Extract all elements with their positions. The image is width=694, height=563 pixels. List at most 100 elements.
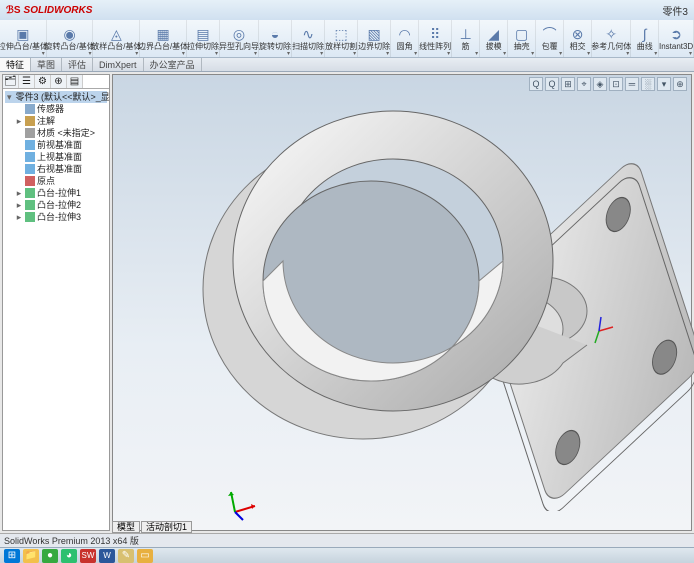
subtab-2[interactable]: 评估 <box>62 58 93 71</box>
ribbon-cut-sweep-button[interactable]: ∿扫描切除▾ <box>292 20 325 57</box>
taskbar-notes-icon[interactable]: ✎ <box>118 549 134 563</box>
ribbon-ref-geom-button[interactable]: ✧参考几何体▾ <box>592 20 631 57</box>
dropdown-arrow-icon: ▾ <box>215 50 218 57</box>
dropdown-arrow-icon: ▾ <box>42 50 45 57</box>
dropdown-arrow-icon: ▾ <box>353 50 356 57</box>
expand-icon[interactable]: ▸ <box>15 115 23 127</box>
ribbon-intersect-button[interactable]: ⊗相交▾ <box>564 20 592 57</box>
tree-item-feature-extrude[interactable]: ▸凸台-拉伸1 <box>5 187 107 199</box>
extrude-icon: ▣ <box>15 26 31 42</box>
ribbon-revolve-button[interactable]: ◉旋转凸台/基体▾ <box>47 20 94 57</box>
tree-item-feature-extrude[interactable]: ▸凸台-拉伸2 <box>5 199 107 211</box>
subtab-4[interactable]: 办公室产品 <box>144 58 202 71</box>
ribbon-label: 抽壳 <box>514 43 530 51</box>
taskbar-browser-icon[interactable]: ● <box>42 549 58 563</box>
dropdown-arrow-icon: ▾ <box>88 50 91 57</box>
main-area: 🗂 ☰ ⚙ ⊕ ▤ ▾零件3 (默认<<默认>_显示状态 传感器▸注解 材质 <… <box>0 72 694 533</box>
tree-item-origin[interactable]: 原点 <box>5 175 107 187</box>
collapse-icon[interactable]: ▾ <box>7 91 12 103</box>
ribbon-extrude-button[interactable]: ▣拉伸凸台/基体▾ <box>0 20 47 57</box>
tree-tab-property[interactable]: ☰ <box>19 75 35 88</box>
expand-icon[interactable]: ▸ <box>15 187 23 199</box>
dropdown-arrow-icon: ▾ <box>654 50 657 57</box>
intersect-icon: ⊗ <box>570 26 586 42</box>
document-title: 零件3 <box>662 3 688 18</box>
dropdown-arrow-icon: ▾ <box>386 50 389 57</box>
ribbon-curves-button[interactable]: ∫曲线▾ <box>631 20 659 57</box>
taskbar-start-icon[interactable]: ⊞ <box>4 549 20 563</box>
ribbon-boundary-button[interactable]: ▦边界凸台/基体▾ <box>140 20 187 57</box>
tree-item-material[interactable]: 材质 <未指定> <box>5 127 107 139</box>
tree-item-label: 前视基准面 <box>37 139 82 151</box>
tree-item-label: 材质 <未指定> <box>37 127 95 139</box>
expand-icon[interactable]: ▸ <box>15 211 23 223</box>
ribbon-cut-loft-button[interactable]: ⬚放样切割▾ <box>325 20 358 57</box>
ribbon-cut-extrude-button[interactable]: ▤拉伸切除▾ <box>187 20 220 57</box>
tree-root[interactable]: ▾零件3 (默认<<默认>_显示状态 <box>5 91 107 103</box>
ribbon-loft-button[interactable]: ◬放样凸台/基体▾ <box>93 20 140 57</box>
tree-item-label: 传感器 <box>37 103 64 115</box>
ribbon-instant3d-button[interactable]: ➲Instant3D▾ <box>659 20 694 57</box>
boundary-icon: ▦ <box>155 26 171 42</box>
ribbon-draft-button[interactable]: ◢拔模▾ <box>480 20 508 57</box>
ribbon-label: 相交 <box>570 43 586 51</box>
sensor-icon <box>25 104 35 114</box>
app-brand: SOLIDWORKS <box>24 5 93 16</box>
draft-icon: ◢ <box>486 26 502 42</box>
revolve-icon: ◉ <box>62 26 78 42</box>
dropdown-arrow-icon: ▾ <box>254 50 257 57</box>
ribbon-label: 放样凸台/基体 <box>91 43 141 51</box>
tree-item-label: 上视基准面 <box>37 151 82 163</box>
tree-item-feature-extrude[interactable]: ▸凸台-拉伸3 <box>5 211 107 223</box>
ribbon-linear-pattern-button[interactable]: ⠿线性阵列▾ <box>419 20 452 57</box>
status-text: SolidWorks Premium 2013 x64 版 <box>4 536 139 546</box>
expand-icon[interactable]: ▸ <box>15 199 23 211</box>
tree-tab-config[interactable]: ⚙ <box>35 75 51 88</box>
ribbon-label: 边界凸台/基体 <box>138 43 188 51</box>
ribbon-fillet-button[interactable]: ◠圆角▾ <box>391 20 419 57</box>
tree-item-sensor[interactable]: 传感器 <box>5 103 107 115</box>
tree-item-plane[interactable]: 前视基准面 <box>5 139 107 151</box>
ribbon-rib-button[interactable]: ⊥筋▾ <box>452 20 480 57</box>
tree-tabs: 🗂 ☰ ⚙ ⊕ ▤ <box>3 75 109 89</box>
ribbon-label: 筋 <box>462 43 470 51</box>
ribbon-wrap-button[interactable]: ⌒包覆▾ <box>536 20 564 57</box>
taskbar-wechat-icon[interactable]: ◕ <box>61 549 77 563</box>
cut-sweep-icon: ∿ <box>300 26 316 42</box>
fillet-icon: ◠ <box>397 26 413 42</box>
ribbon-cut-revolve-button[interactable]: ◒旋转切除▾ <box>259 20 292 57</box>
taskbar-explorer-icon[interactable]: ▭ <box>137 549 153 563</box>
tree-item-plane[interactable]: 上视基准面 <box>5 151 107 163</box>
tree-item-annotations[interactable]: ▸注解 <box>5 115 107 127</box>
bottom-tab-1[interactable]: 活动剖切1 <box>141 521 192 533</box>
rib-icon: ⊥ <box>458 26 474 42</box>
sw-logo-icon: ℬS <box>6 5 21 16</box>
annotations-icon <box>25 116 35 126</box>
ribbon-cut-boundary-button[interactable]: ▧边界切除▾ <box>358 20 391 57</box>
ribbon-label: 圆角 <box>397 43 413 51</box>
subtab-0[interactable]: 特征 <box>0 58 31 71</box>
taskbar-sw-icon[interactable]: SW <box>80 549 96 563</box>
tree-item-plane[interactable]: 右视基准面 <box>5 163 107 175</box>
taskbar-word-icon[interactable]: W <box>99 549 115 563</box>
tree-tab-dim[interactable]: ⊕ <box>51 75 67 88</box>
ref-geom-icon: ✧ <box>603 26 619 42</box>
wrap-icon: ⌒ <box>542 26 558 42</box>
orientation-triad-icon[interactable] <box>225 482 265 522</box>
taskbar-folder-icon[interactable]: 📁 <box>23 549 39 563</box>
ribbon-hole-wizard-button[interactable]: ◎异型孔向导▾ <box>220 20 259 57</box>
tree-item-label: 原点 <box>37 175 55 187</box>
subtab-3[interactable]: DimXpert <box>93 58 144 71</box>
plane-icon <box>25 140 35 150</box>
tree-tab-display[interactable]: ▤ <box>67 75 83 88</box>
bottom-tab-0[interactable]: 模型 <box>112 521 140 533</box>
shell-icon: ▢ <box>514 26 530 42</box>
loft-icon: ◬ <box>108 26 124 42</box>
subtab-1[interactable]: 草图 <box>31 58 62 71</box>
tree-tab-feature[interactable]: 🗂 <box>3 75 19 88</box>
tree-item-label: 右视基准面 <box>37 163 82 175</box>
ribbon-shell-button[interactable]: ▢抽壳▾ <box>508 20 536 57</box>
feature-extrude-icon <box>25 200 35 210</box>
graphics-viewport[interactable]: QQ⊞⌖◈⊡═░▾⊕ <box>112 74 692 531</box>
feature-extrude-icon <box>25 212 35 222</box>
